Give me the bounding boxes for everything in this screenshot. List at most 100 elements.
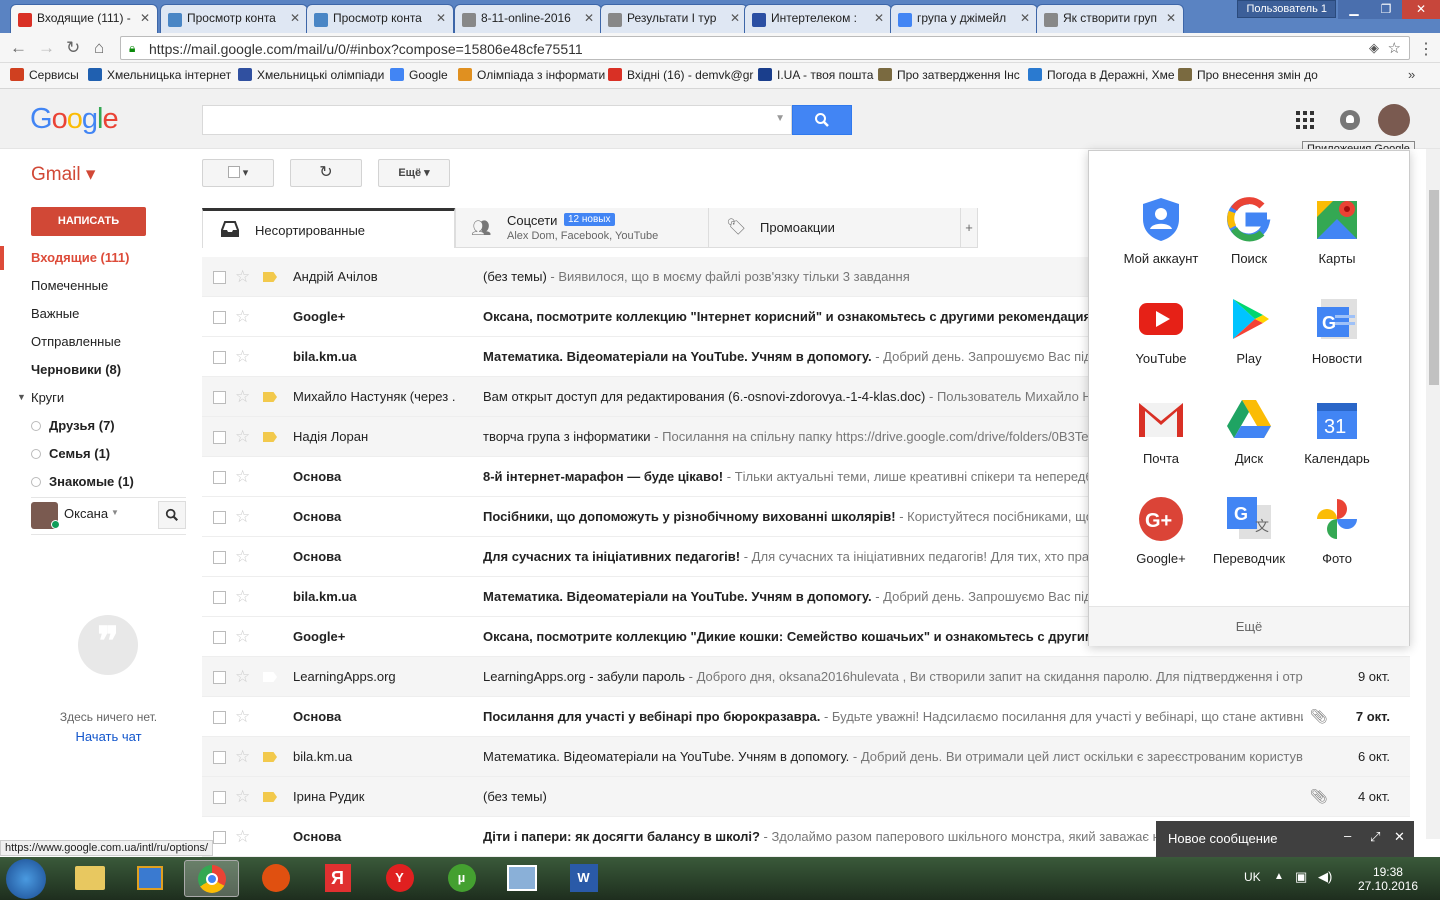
- row-checkbox[interactable]: [213, 711, 226, 724]
- importance-marker-icon[interactable]: [263, 752, 277, 762]
- network-icon[interactable]: ▣: [1295, 869, 1307, 885]
- explorer-icon[interactable]: [62, 860, 117, 897]
- importance-marker-icon[interactable]: [263, 712, 277, 722]
- sidebar-item[interactable]: Важные: [31, 306, 79, 321]
- tab-social[interactable]: 👥︎ Соцсети 12 новых Alex Dom, Facebook, …: [455, 208, 708, 248]
- app-tile[interactable]: Карты: [1292, 195, 1382, 266]
- browser-tab[interactable]: Результати I тур ✕: [600, 4, 748, 33]
- maximize-icon[interactable]: ❐: [1370, 0, 1402, 19]
- importance-marker-icon[interactable]: [263, 472, 277, 482]
- bookmark-item[interactable]: Хмельницька інтернет: [88, 68, 231, 82]
- row-checkbox[interactable]: [213, 311, 226, 324]
- media-player-icon[interactable]: [122, 860, 177, 897]
- email-row[interactable]: ☆ Ірина Рудик (без темы) 📎︎ 4 окт.: [202, 777, 1410, 817]
- row-checkbox[interactable]: [213, 591, 226, 604]
- bookmark-item[interactable]: Про затвердження Інс: [878, 68, 1020, 82]
- browser-tab[interactable]: Просмотр конта ✕: [160, 4, 308, 33]
- importance-marker-icon[interactable]: [263, 792, 277, 802]
- app-tile[interactable]: Фото: [1292, 495, 1382, 566]
- menu-icon[interactable]: ⋮: [1418, 39, 1434, 59]
- row-checkbox[interactable]: [213, 511, 226, 524]
- row-checkbox[interactable]: [213, 791, 226, 804]
- language-indicator[interactable]: UK: [1244, 870, 1261, 884]
- apps-grid-icon[interactable]: [1296, 111, 1314, 129]
- compose-button[interactable]: НАПИСАТЬ: [31, 207, 146, 236]
- yandex-icon[interactable]: Я: [310, 860, 365, 897]
- star-icon[interactable]: ☆: [235, 747, 250, 767]
- email-row[interactable]: ☆ bila.km.ua Математика. Відеоматеріали на…: [202, 737, 1410, 777]
- sidebar-item[interactable]: Семья (1): [31, 446, 110, 461]
- close-tab-icon[interactable]: ✕: [436, 11, 446, 25]
- add-tab-icon[interactable]: +: [960, 208, 978, 248]
- sidebar-item[interactable]: Отправленные: [31, 334, 121, 349]
- row-checkbox[interactable]: [213, 431, 226, 444]
- bookmark-star-icon[interactable]: ☆: [1388, 39, 1401, 57]
- row-checkbox[interactable]: [213, 271, 226, 284]
- star-icon[interactable]: ☆: [235, 667, 250, 687]
- user-profile-button[interactable]: Пользователь 1: [1237, 0, 1336, 18]
- importance-marker-icon[interactable]: [263, 352, 277, 362]
- close-window-icon[interactable]: ✕: [1402, 0, 1440, 19]
- cast-icon[interactable]: ◈: [1369, 40, 1379, 56]
- sidebar-item[interactable]: Помеченные: [31, 278, 108, 293]
- row-checkbox[interactable]: [213, 831, 226, 844]
- system-clock[interactable]: 19:38 27.10.2016: [1358, 865, 1418, 893]
- importance-marker-icon[interactable]: [263, 592, 277, 602]
- importance-marker-icon[interactable]: [263, 432, 277, 442]
- start-chat-link[interactable]: Начать чат: [31, 729, 186, 744]
- bookmark-item[interactable]: Олімпіада з інформати: [458, 68, 605, 82]
- close-tab-icon[interactable]: ✕: [140, 11, 150, 25]
- chat-user-name[interactable]: Оксана: [64, 506, 108, 521]
- reload-icon[interactable]: ↻: [66, 39, 80, 57]
- media-app-icon[interactable]: [248, 860, 303, 897]
- chat-search-button[interactable]: [158, 501, 186, 529]
- new-message-bar[interactable]: Новое сообщение ‒ ⤢ ✕: [1156, 821, 1414, 857]
- importance-marker-icon[interactable]: [263, 672, 277, 682]
- browser-tab[interactable]: 8-11-online-2016 ✕: [454, 4, 602, 33]
- start-button[interactable]: [6, 859, 46, 899]
- close-tab-icon[interactable]: ✕: [1166, 11, 1176, 25]
- importance-marker-icon[interactable]: [263, 552, 277, 562]
- gmail-label-dropdown[interactable]: Gmail ▾: [31, 163, 95, 186]
- app-tile[interactable]: YouTube: [1116, 295, 1206, 366]
- back-icon[interactable]: ←: [10, 39, 27, 57]
- app-tile[interactable]: Диск: [1204, 395, 1294, 466]
- star-icon[interactable]: ☆: [235, 547, 250, 567]
- utorrent-icon[interactable]: µ: [434, 860, 489, 897]
- search-input[interactable]: ▼: [202, 105, 792, 135]
- google-logo[interactable]: Google: [30, 103, 119, 136]
- importance-marker-icon[interactable]: [263, 272, 277, 282]
- refresh-icon[interactable]: ↻: [290, 159, 362, 187]
- bookmark-item[interactable]: Погода в Деражні, Хме: [1028, 68, 1175, 82]
- address-bar[interactable]: 🔒︎ https://mail.google.com/mail/u/0/#inb…: [120, 36, 1410, 60]
- star-icon[interactable]: ☆: [235, 387, 250, 407]
- sidebar-item[interactable]: Знакомые (1): [31, 474, 134, 489]
- search-button[interactable]: [792, 105, 852, 135]
- email-row[interactable]: ☆ LearningApps.org LearningApps.org - забу…: [202, 657, 1410, 697]
- minimize-icon[interactable]: ▁: [1338, 0, 1370, 19]
- importance-marker-icon[interactable]: [263, 392, 277, 402]
- importance-marker-icon[interactable]: [263, 312, 277, 322]
- star-icon[interactable]: ☆: [235, 507, 250, 527]
- close-tab-icon[interactable]: ✕: [290, 11, 300, 25]
- tray-expand-icon[interactable]: ▲: [1274, 871, 1284, 882]
- search-options-icon[interactable]: ▼: [775, 113, 785, 124]
- sidebar-item[interactable]: Черновики (8): [31, 362, 121, 377]
- word-icon[interactable]: W: [556, 860, 611, 897]
- browser-tab[interactable]: Интертелеком : ✕: [744, 4, 892, 33]
- row-checkbox[interactable]: [213, 551, 226, 564]
- chrome-taskbar-icon[interactable]: [184, 860, 239, 897]
- chat-user-dropdown-icon[interactable]: ▼: [111, 508, 119, 517]
- star-icon[interactable]: ☆: [235, 307, 250, 327]
- bookmark-item[interactable]: Сервисы: [10, 68, 79, 82]
- expand-arrow-icon[interactable]: ▼: [17, 392, 26, 402]
- scrollbar-thumb[interactable]: [1429, 190, 1439, 385]
- notifications-bell-icon[interactable]: [1340, 110, 1360, 130]
- browser-tab[interactable]: Входящие (111) - ✕: [10, 4, 158, 33]
- bookmark-item[interactable]: Хмельницькі олімпіади: [238, 68, 384, 82]
- row-checkbox[interactable]: [213, 351, 226, 364]
- close-icon[interactable]: ✕: [1394, 829, 1405, 845]
- sidebar-item[interactable]: Входящие (111): [31, 250, 129, 265]
- row-checkbox[interactable]: [213, 471, 226, 484]
- volume-icon[interactable]: ◀): [1318, 869, 1332, 885]
